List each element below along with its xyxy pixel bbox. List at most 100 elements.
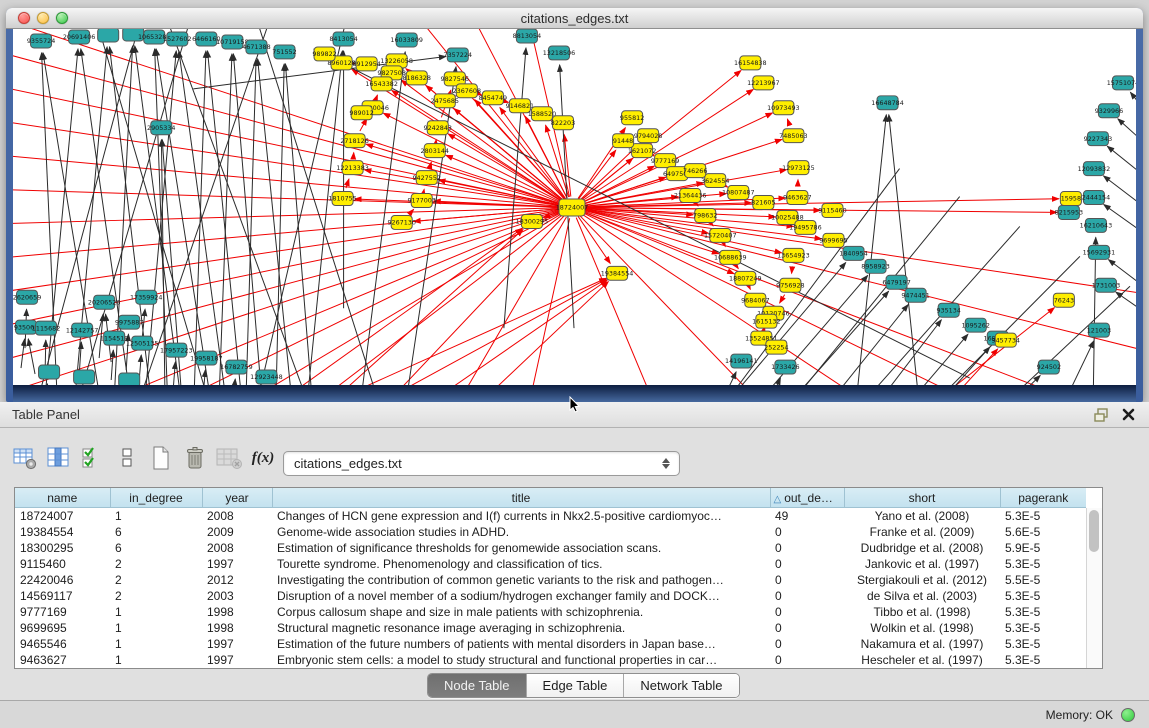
network-node[interactable]: 955812	[620, 111, 644, 125]
network-node[interactable]: 9756928	[776, 278, 804, 292]
tab-edge-table[interactable]: Edge Table	[527, 674, 625, 697]
network-node[interactable]: 822203	[551, 116, 575, 130]
network-node[interactable]: 8186328	[402, 71, 430, 85]
network-node[interactable]: 1840954	[839, 246, 867, 260]
table-cell[interactable]: 2012	[202, 572, 272, 588]
column-header-in_degree[interactable]: in_degree	[110, 488, 202, 508]
table-cell[interactable]: Changes of HCN gene expression and I(f) …	[272, 508, 770, 525]
network-node[interactable]: 16154838	[734, 56, 767, 70]
table-cell[interactable]: Estimation of the future numbers of pati…	[272, 636, 770, 652]
column-header-name[interactable]: name	[15, 488, 110, 508]
network-node[interactable]: 1733426	[771, 360, 799, 374]
network-node[interactable]: 76243	[1053, 293, 1074, 307]
table-cell[interactable]: Franke et al. (2009)	[844, 524, 1000, 540]
table-cell[interactable]: 2	[110, 556, 202, 572]
table-cell[interactable]: 0	[770, 572, 844, 588]
delete-icon[interactable]	[180, 444, 210, 472]
table-row[interactable]: 946554611997Estimation of the future num…	[15, 636, 1086, 652]
network-node[interactable]: 10807487	[722, 186, 755, 200]
network-node[interactable]	[119, 373, 140, 385]
table-cell[interactable]: 5.9E-5	[1000, 540, 1086, 556]
table-scrollbar[interactable]	[1086, 508, 1102, 668]
table-cell[interactable]: 6	[110, 540, 202, 556]
network-node[interactable]: 12923448	[250, 370, 283, 384]
table-cell[interactable]: Structural magnetic resonance image aver…	[272, 620, 770, 636]
table-cell[interactable]: 0	[770, 588, 844, 604]
table-cell[interactable]: 2003	[202, 588, 272, 604]
network-node[interactable]: 9463627	[783, 191, 811, 205]
network-node[interactable]: 20691406	[63, 30, 96, 44]
network-node[interactable]: 18724007	[556, 199, 589, 216]
network-node[interactable]: 8813054	[513, 29, 541, 43]
network-node[interactable]: 21364436	[674, 189, 707, 203]
network-node[interactable]: 2475685	[431, 94, 459, 108]
network-node[interactable]: 1810755	[328, 192, 356, 206]
table-cell[interactable]: 1998	[202, 620, 272, 636]
network-node[interactable]: 746266	[683, 164, 707, 178]
network-node[interactable]: 1731003	[1092, 278, 1120, 292]
network-node[interactable]: 9115460	[818, 204, 846, 218]
network-canvas[interactable]: 9355724206914061065328715276026466160107…	[13, 29, 1136, 385]
network-node[interactable]: 1095262	[961, 318, 989, 332]
table-cell[interactable]: Dudbridge et al. (2008)	[844, 540, 1000, 556]
table-cell[interactable]: 0	[770, 540, 844, 556]
table-cell[interactable]: 2009	[202, 524, 272, 540]
table-cell[interactable]: 1998	[202, 604, 272, 620]
table-cell[interactable]: 1	[110, 636, 202, 652]
network-node[interactable]: 2367608	[453, 84, 481, 98]
table-cell[interactable]: 5.3E-5	[1000, 620, 1086, 636]
network-node[interactable]: 9242843	[424, 121, 452, 135]
table-cell[interactable]: 2	[110, 588, 202, 604]
table-settings-icon[interactable]	[10, 444, 40, 472]
table-cell[interactable]: 5.3E-5	[1000, 636, 1086, 652]
network-node[interactable]: 798632	[693, 208, 717, 222]
network-node[interactable]: 1527602	[163, 32, 191, 46]
table-cell[interactable]: 2008	[202, 508, 272, 525]
table-row[interactable]: 1456911722003Disruption of a novel membe…	[15, 588, 1086, 604]
network-node[interactable]: 9794028	[634, 129, 662, 143]
table-cell[interactable]: Embryonic stem cells: a model to study s…	[272, 652, 770, 668]
deselect-all-rows-icon[interactable]	[112, 444, 142, 472]
network-node[interactable]: 16033809	[390, 33, 423, 47]
network-node[interactable]: 12213967	[747, 76, 780, 90]
table-cell[interactable]: Corpus callosum shape and size in male p…	[272, 604, 770, 620]
column-header-title[interactable]: title	[272, 488, 770, 508]
tab-node-table[interactable]: Node Table	[428, 674, 527, 697]
table-cell[interactable]: 49	[770, 508, 844, 525]
table-cell[interactable]: 18300295	[15, 540, 110, 556]
network-node[interactable]: 15958	[1060, 192, 1081, 206]
column-header-out_de[interactable]: △out_de…	[770, 488, 844, 508]
network-node[interactable]: 17957223	[160, 343, 193, 357]
network-node[interactable]: 12142757	[66, 323, 99, 337]
table-cell[interactable]: 9465546	[15, 636, 110, 652]
table-cell[interactable]: 5.3E-5	[1000, 588, 1086, 604]
network-node[interactable]: 13218506	[543, 46, 576, 60]
network-node[interactable]: 6479197	[882, 275, 910, 289]
column-header-pagerank[interactable]: pagerank	[1000, 488, 1086, 508]
table-cell[interactable]: 9463627	[15, 652, 110, 668]
network-node[interactable]: 1615132	[752, 314, 780, 328]
network-node[interactable]: 989822	[312, 47, 336, 61]
scrollbar-thumb[interactable]	[1089, 510, 1099, 552]
column-header-year[interactable]: year	[202, 488, 272, 508]
network-node[interactable]: 7485063	[779, 129, 807, 143]
network-node[interactable]	[39, 365, 60, 379]
network-node[interactable]: 15692931	[1083, 245, 1116, 259]
tab-network-table[interactable]: Network Table	[624, 674, 738, 697]
table-cell[interactable]: 5.3E-5	[1000, 556, 1086, 572]
table-cell[interactable]: Genome-wide association studies in ADHD.	[272, 524, 770, 540]
network-node[interactable]: 15751074	[1107, 76, 1136, 90]
table-cell[interactable]: 0	[770, 556, 844, 572]
network-node[interactable]: 9177003	[407, 194, 435, 208]
network-node[interactable]: 16210643	[1080, 218, 1113, 232]
table-cell[interactable]: 9115460	[15, 556, 110, 572]
network-node[interactable]: 7357224	[444, 48, 472, 62]
network-node[interactable]	[74, 370, 95, 384]
network-node[interactable]: 17359924	[130, 290, 163, 304]
table-cell[interactable]: Estimation of significance thresholds fo…	[272, 540, 770, 556]
delete-table-icon[interactable]	[214, 444, 244, 472]
table-cell[interactable]: 5.5E-5	[1000, 572, 1086, 588]
table-row[interactable]: 911546021997Tourette syndrome. Phenomeno…	[15, 556, 1086, 572]
table-cell[interactable]: Yano et al. (2008)	[844, 508, 1000, 525]
table-cell[interactable]: 9777169	[15, 604, 110, 620]
